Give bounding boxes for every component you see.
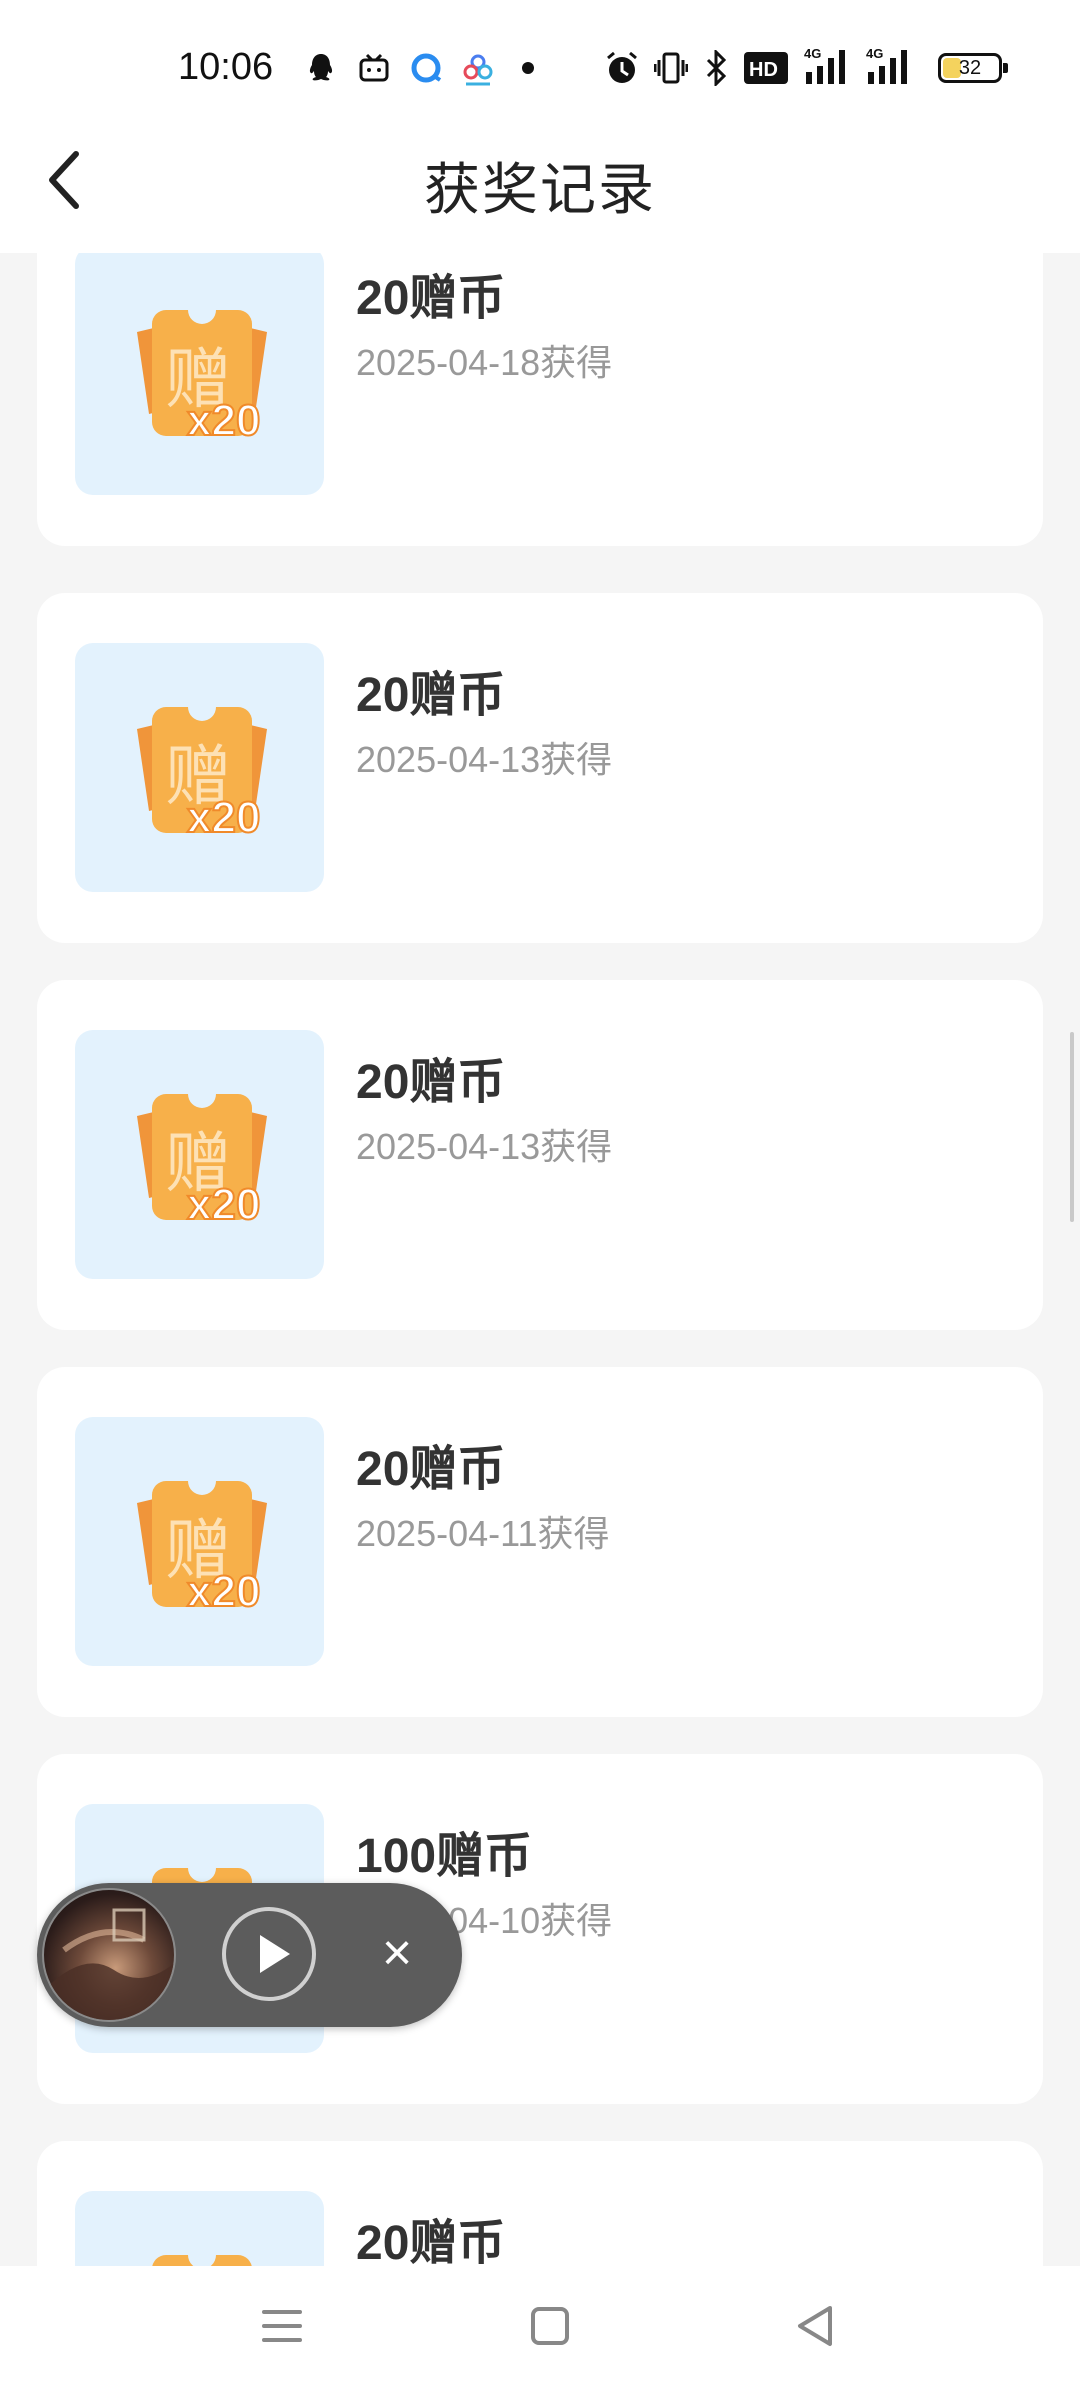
record-card[interactable]: 赠 x20 20赠币 2025-04-13获得 — [37, 980, 1043, 1330]
dot-icon — [522, 62, 534, 74]
svg-text:4G: 4G — [804, 46, 821, 61]
gift-coin-thumbnail: 赠 x20 — [75, 1417, 324, 1666]
record-title: 20赠币 — [356, 669, 506, 722]
home-icon[interactable] — [520, 2296, 580, 2356]
svg-text:HD: HD — [749, 59, 778, 81]
status-time: 10:06 — [178, 46, 274, 88]
album-art-image — [44, 1908, 174, 2020]
bluetooth-icon — [706, 50, 727, 86]
gift-coin-thumbnail: 赠 x20 — [75, 2191, 324, 2266]
floating-player[interactable]: × — [37, 1883, 462, 2027]
ticket-count: x20 — [186, 395, 261, 446]
gift-coin-thumbnail: 赠 x20 — [75, 1030, 324, 1279]
record-date: 2025-04-18获得 — [356, 342, 613, 383]
gift-ticket-icon — [152, 2247, 252, 2266]
qq-icon — [309, 54, 333, 81]
ticket-count: x20 — [186, 792, 261, 843]
bilibili-icon — [359, 53, 389, 82]
menu-icon[interactable] — [252, 2296, 312, 2356]
record-card[interactable]: 赠 x20 20赠币 2025-04-11获得 — [37, 1367, 1043, 1717]
gift-coin-thumbnail: 赠 x20 — [75, 643, 324, 892]
record-card[interactable]: 赠 x20 20赠币 — [37, 2141, 1043, 2266]
record-card[interactable]: 赠 x20 20赠币 2025-04-13获得 — [37, 593, 1043, 943]
record-date: 2025-04-13获得 — [356, 739, 613, 780]
alarm-icon — [607, 51, 637, 83]
play-icon[interactable] — [222, 1907, 316, 2001]
status-bar: 10:06 HD 4G 4G 32 — [0, 0, 1080, 135]
hd-icon: HD — [744, 52, 788, 84]
record-title: 100赠币 — [356, 1830, 533, 1883]
record-date: 2025-04-11获得 — [356, 1513, 610, 1554]
vibrate-icon — [654, 52, 688, 84]
signal-4g-icon: 4G — [804, 46, 845, 84]
album-art[interactable] — [42, 1888, 176, 2022]
back-icon[interactable] — [786, 2296, 846, 2356]
record-title: 20赠币 — [356, 1056, 506, 1109]
record-date: 2025-04-13获得 — [356, 1126, 613, 1167]
signal-4g-icon: 4G — [866, 46, 907, 84]
svg-text:4G: 4G — [866, 46, 883, 61]
record-title: 20赠币 — [356, 1443, 506, 1496]
page-title: 获奖记录 — [424, 158, 656, 221]
record-card[interactable]: 赠 x20 20赠币 2025-04-18获得 — [37, 253, 1043, 546]
battery-icon: 32 — [938, 53, 1008, 83]
baidu-icon — [463, 54, 493, 86]
ticket-count: x20 — [186, 1179, 261, 1230]
scrollbar[interactable] — [1070, 1032, 1074, 1222]
browser-icon — [411, 53, 442, 83]
close-icon[interactable]: × — [367, 1923, 427, 1983]
navigation-bar — [0, 2266, 1080, 2400]
record-title: 20赠币 — [356, 272, 506, 325]
battery-level: 32 — [958, 57, 982, 79]
record-title: 20赠币 — [356, 2217, 506, 2266]
ticket-count: x20 — [186, 1566, 261, 1617]
gift-coin-thumbnail: 赠 x20 — [75, 253, 324, 495]
